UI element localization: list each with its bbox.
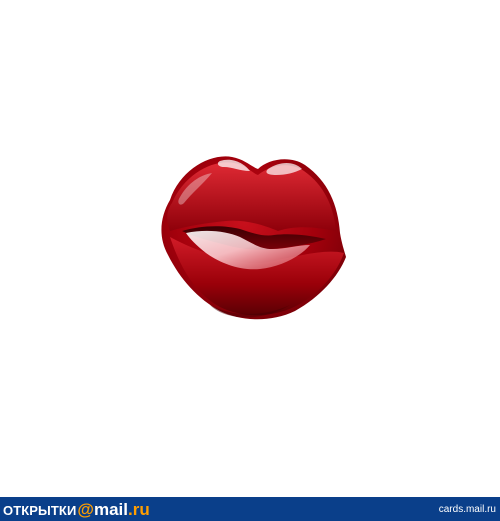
site-link[interactable]: cards.mail.ru [439, 504, 496, 515]
brand-cards-text: ОТКРЫТКИ [3, 502, 77, 518]
lips-icon [140, 145, 355, 330]
footer-bar: ОТКРЫТКИ @ mail .ru cards.mail.ru [0, 497, 500, 521]
brand-logo[interactable]: ОТКРЫТКИ @ mail .ru [3, 501, 150, 518]
brand-mail-text: mail [93, 499, 129, 519]
brand-ru-text: .ru [128, 499, 150, 519]
brand-at-sign: @ [77, 499, 94, 519]
postcard-canvas [0, 0, 500, 497]
